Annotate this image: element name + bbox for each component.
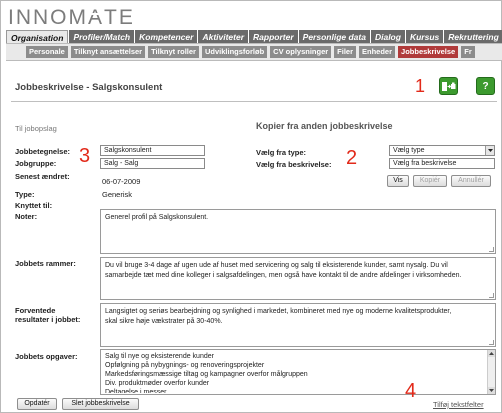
subtab-tilknyt-ansaettelser[interactable]: Tilknyt ansættelser (70, 46, 146, 58)
noter-text: Generel profil på Salgskonsulent. (105, 214, 209, 221)
til-jobopslag-link[interactable]: Til jobopslag (15, 124, 57, 133)
innomate-logo: INNOMATE (8, 6, 135, 30)
copy-panel-title: Kopier fra anden jobbeskrivelse (256, 121, 393, 131)
subtab-cv-oplysninger[interactable]: CV oplysninger (270, 46, 332, 58)
forventede-label-line2: resultater i jobbet: (15, 315, 81, 324)
subtab-fr[interactable]: Fr (461, 46, 475, 58)
jobbetegnelse-label: Jobbetegnelse: (15, 147, 71, 156)
divider (11, 101, 497, 102)
senest-aendret-value: 06-07-2009 (102, 177, 141, 186)
slet-jobbeskrivelse-button[interactable]: Slet jobbeskrivelse (62, 398, 139, 410)
tab-dialog[interactable]: Dialog (370, 30, 405, 43)
vaelg-type-selected: Vælg type (393, 147, 425, 154)
opgaver-line: Div. produktmøder overfor kunder (105, 380, 210, 387)
annuller-button[interactable]: Annullér (451, 175, 491, 187)
logo-text-pre: INNOM (8, 6, 88, 29)
page-title: Jobbeskrivelse - Salgskonsulent (15, 82, 163, 93)
logo-text-post: TE (104, 6, 135, 29)
chevron-down-icon (485, 146, 494, 155)
forventede-resultater-textarea[interactable]: Langsigtet og seriøs bearbejdning og syn… (100, 303, 496, 347)
resize-grip-icon[interactable] (489, 293, 494, 298)
rammer-line: samarbejde tæt med dine kolleger i salgs… (105, 272, 462, 279)
subtab-tilknyt-roller[interactable]: Tilknyt roller (148, 46, 199, 58)
logo-a-mark: A (88, 6, 105, 29)
sub-tabs: Personale Tilknyt ansættelser Tilknyt ro… (26, 46, 475, 58)
noter-label: Noter: (15, 212, 38, 221)
callout-3: 3 (79, 145, 91, 167)
tilfoej-tekstfelter-link[interactable]: Tilføj tekstfelter (433, 400, 484, 409)
help-button[interactable]: ? (476, 77, 495, 95)
subtab-personale[interactable]: Personale (26, 46, 68, 58)
rammer-line: Du vil bruge 3-4 dage af ugen ude af hus… (105, 262, 448, 269)
forventede-line: skal sikre høje vækstrater på 30-40%. (105, 318, 223, 325)
jobbets-rammer-textarea[interactable]: Du vil bruge 3-4 dage af ugen ude af hus… (100, 257, 496, 300)
kopier-button[interactable]: Kopiér (413, 175, 447, 187)
tab-personlige-data[interactable]: Personlige data (298, 30, 370, 43)
vaelg-fra-beskrivelse-label: Vælg fra beskrivelse: (256, 160, 332, 169)
vaelg-fra-beskrivelse-input[interactable]: Vælg fra beskrivelse (389, 158, 495, 169)
noter-textarea[interactable]: Generel profil på Salgskonsulent. (100, 209, 496, 254)
opgaver-line: Markedsføringsmæssige tiltag og kampagne… (105, 371, 308, 378)
jobbetegnelse-input[interactable]: Salgskonsulent (100, 145, 205, 156)
export-print-icon (442, 81, 456, 91)
vaelg-type-select[interactable]: Vælg type (389, 145, 495, 156)
forventede-label-line1: Forventede (15, 306, 56, 315)
resize-grip-icon[interactable] (489, 247, 494, 252)
subtab-jobbeskrivelse[interactable]: Jobbeskrivelse (398, 46, 459, 58)
callout-1: 1 (415, 76, 426, 96)
main-tabs: Organisation Profiler/Match Kompetencer … (6, 30, 502, 43)
vis-button[interactable]: Vis (387, 175, 409, 187)
tab-kompetencer[interactable]: Kompetencer (135, 30, 198, 43)
tab-rapporter[interactable]: Rapporter (249, 30, 298, 43)
subtab-udviklingsforloeb[interactable]: Udviklingsforløb (201, 46, 268, 58)
senest-aendret-label: Senest ændret: (15, 172, 70, 181)
jobbets-opgaver-label: Jobbets opgaver: (15, 352, 78, 361)
tab-rekruttering[interactable]: Rekruttering (444, 30, 502, 43)
callout-4: 4 (405, 380, 417, 402)
tab-organisation[interactable]: Organisation (6, 30, 69, 43)
scroll-down-icon[interactable] (488, 387, 495, 394)
app-window: INNOMATE Organisation Profiler/Match Kom… (0, 0, 502, 413)
scroll-up-icon[interactable] (488, 350, 495, 357)
type-label: Type: (15, 190, 35, 199)
jobgruppe-label: Jobgruppe: (15, 159, 57, 168)
knyttet-til-label: Knyttet til: (15, 201, 53, 210)
resize-grip-icon[interactable] (489, 340, 494, 345)
tab-aktiviteter[interactable]: Aktiviteter (198, 30, 249, 43)
opgaver-line: Deltagelse i messer (105, 389, 167, 393)
subtab-enheder[interactable]: Enheder (359, 46, 396, 58)
subtab-filer[interactable]: Filer (334, 46, 357, 58)
opgaver-line: Opfølgning på nybygnings- og renoverings… (105, 362, 265, 369)
opgaver-scrollbar[interactable] (487, 350, 495, 394)
tab-profiler-match[interactable]: Profiler/Match (69, 30, 135, 43)
callout-2: 2 (346, 147, 358, 169)
opgaver-line: Salg til nye og eksisterende kunder (105, 353, 214, 360)
type-value: Generisk (102, 190, 133, 199)
tab-kursus[interactable]: Kursus (405, 30, 444, 43)
export-print-button[interactable] (439, 77, 458, 95)
opdater-button[interactable]: Opdatér (17, 398, 57, 410)
jobbets-opgaver-textarea[interactable]: Salg til nye og eksisterende kunder Opfø… (100, 349, 496, 395)
jobgruppe-input[interactable]: Salg - Salg (100, 158, 205, 169)
vaelg-fra-type-label: Vælg fra type: (256, 148, 307, 157)
forventede-line: Langsigtet og seriøs bearbejdning og syn… (105, 308, 452, 315)
jobbets-rammer-label: Jobbets rammer: (15, 259, 76, 268)
